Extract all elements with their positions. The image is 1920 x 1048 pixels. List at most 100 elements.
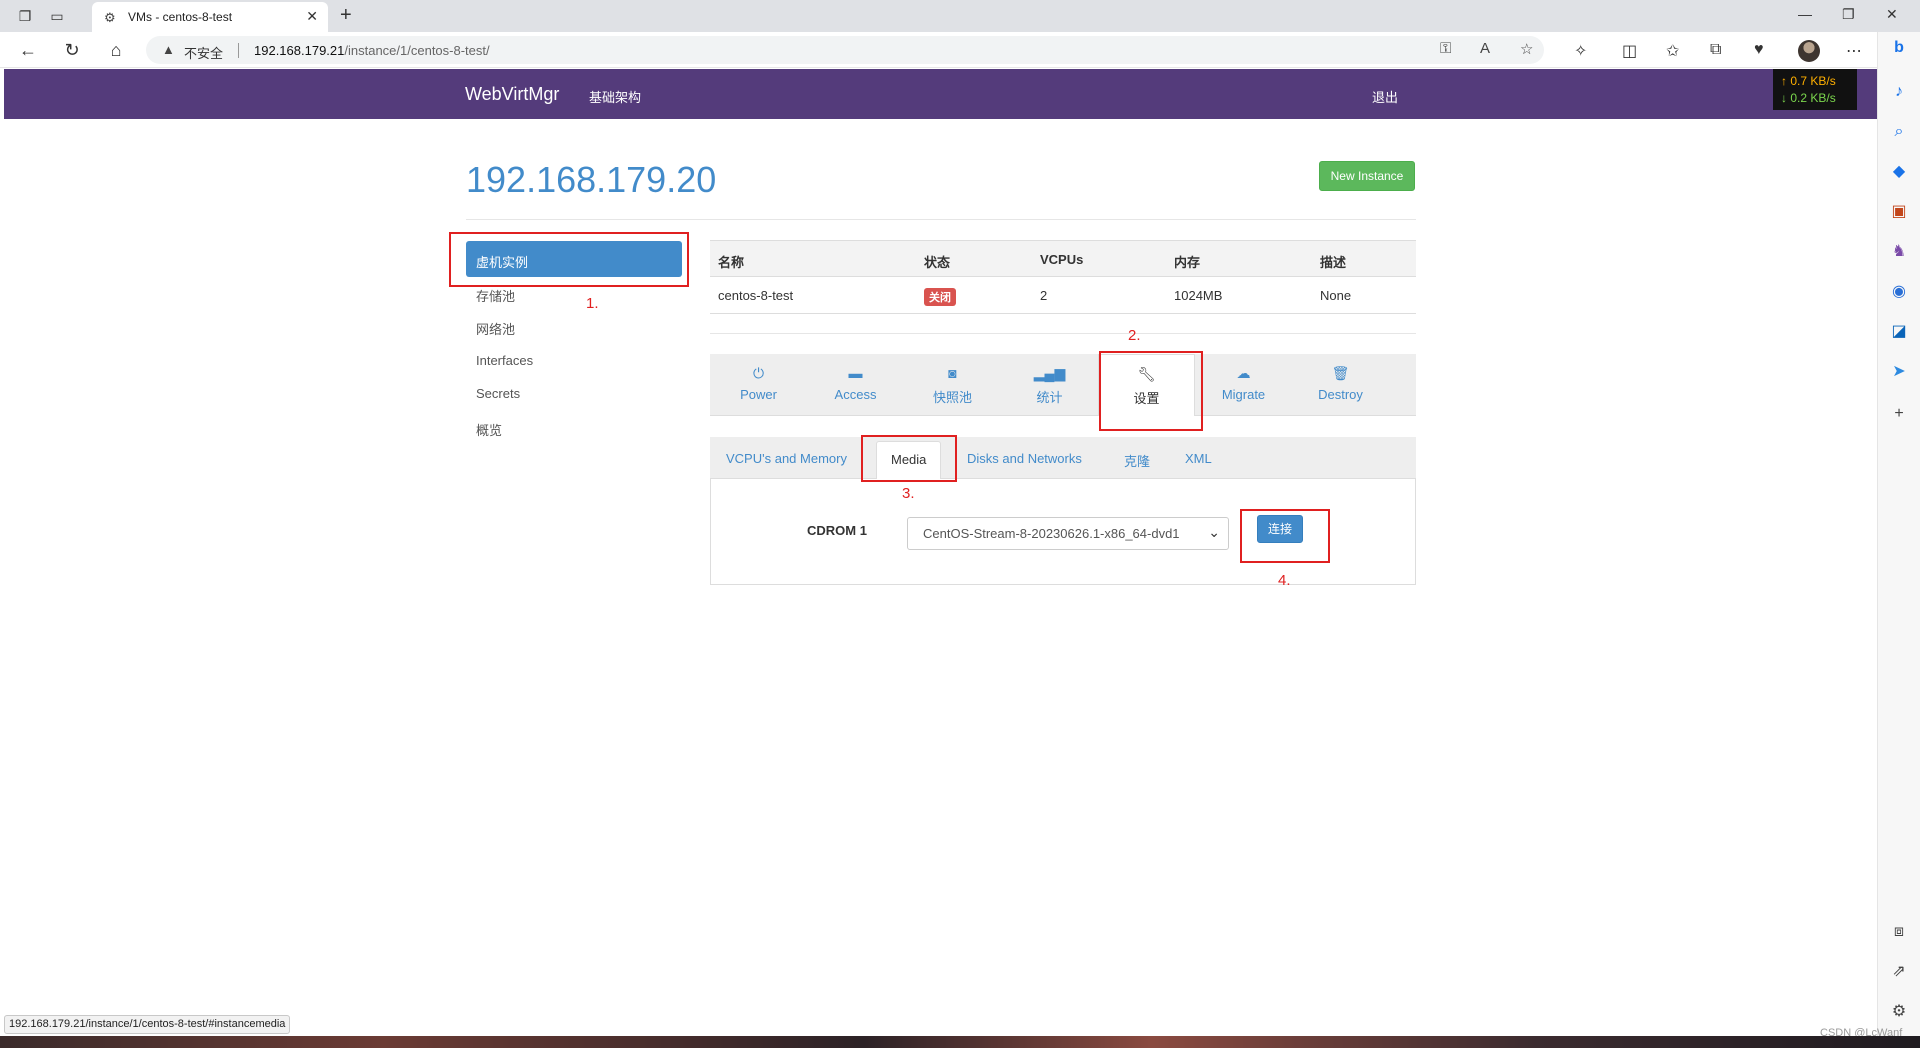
window-close-icon[interactable]: ✕ xyxy=(1886,6,1898,23)
logout-link[interactable]: 退出 xyxy=(1372,87,1398,106)
cloud-upload-icon: ☁ xyxy=(1236,365,1251,381)
annotation-box-2 xyxy=(1099,351,1203,431)
minimize-icon[interactable]: — xyxy=(1798,6,1812,22)
bing-icon[interactable]: b xyxy=(1889,38,1909,58)
instance-vcpus: 2 xyxy=(1040,288,1048,303)
subtab-xml[interactable]: XML xyxy=(1185,451,1212,466)
tab-close-icon[interactable]: ✕ xyxy=(306,8,318,25)
instance-name[interactable]: centos-8-test xyxy=(718,288,793,303)
url-field[interactable]: ▲ 不安全 192.168.179.21/instance/1/centos-8… xyxy=(146,36,1544,64)
tag-icon[interactable]: ◆ xyxy=(1889,162,1909,182)
tab-actions-icon[interactable]: ▭ xyxy=(46,5,68,27)
iso-selected-value: CentOS-Stream-8-20230626.1-x86_64-dvd1 xyxy=(923,526,1180,541)
tab-power-label: Power xyxy=(740,387,777,402)
performance-icon[interactable]: ♥ xyxy=(1754,41,1764,59)
annotation-box-1 xyxy=(449,232,689,287)
open-external-icon[interactable]: ⇗ xyxy=(1889,962,1909,982)
upload-speed: ↑ 0.7 KB/s xyxy=(1781,74,1836,88)
col-name: 名称 xyxy=(718,255,745,270)
tab-snapshots[interactable]: ◙ 快照池 xyxy=(904,354,1001,416)
tab-stats[interactable]: ▂▄▆ 统计 xyxy=(1001,354,1098,416)
browser-tab[interactable]: ⚙ VMs - centos-8-test ✕ xyxy=(92,2,328,32)
annotation-label-4: 4. xyxy=(1278,572,1291,589)
page-title: 192.168.179.20 xyxy=(466,159,717,200)
link-status-bar: 192.168.179.21/instance/1/centos-8-test/… xyxy=(4,1015,291,1034)
instance-memory: 1024MB xyxy=(1174,288,1223,303)
back-icon[interactable]: ← xyxy=(16,39,40,61)
restore-icon[interactable]: ❐ xyxy=(1842,6,1855,23)
extensions-icon[interactable]: ✧ xyxy=(1574,41,1587,61)
camera-icon: ◙ xyxy=(948,365,957,381)
refresh-icon[interactable]: ↻ xyxy=(60,39,84,61)
briefcase-icon: ▬ xyxy=(848,365,863,381)
toolbox-icon[interactable]: ▣ xyxy=(1889,202,1909,222)
url-text: 192.168.179.21/instance/1/centos-8-test/ xyxy=(254,43,490,58)
url-path: /instance/1/centos-8-test/ xyxy=(344,43,490,58)
annotation-box-3 xyxy=(861,435,957,482)
sidebar-item-overview[interactable]: 概览 xyxy=(466,409,682,445)
security-label: 不安全 xyxy=(184,46,224,61)
collections-icon[interactable]: ⧉ xyxy=(1710,41,1721,59)
browser-tab-bar: ❐ ▭ ⚙ VMs - centos-8-test ✕ + — ❐ ✕ xyxy=(0,0,1920,32)
warning-icon: ▲ xyxy=(162,42,175,57)
brand-link[interactable]: WebVirtMgr xyxy=(465,84,559,105)
bell-icon[interactable]: ♪ xyxy=(1889,82,1909,102)
edge-sidebar: b ♪ ⌕ ◆ ▣ ♞ ◉ ◪ ➤ + ⧈ ⇗ ⚙ xyxy=(1877,32,1920,1036)
settings-gear-icon[interactable]: ⚙ xyxy=(1889,1002,1909,1022)
trash-icon: 🗑︎ xyxy=(1331,365,1350,381)
subtab-disks-networks[interactable]: Disks and Networks xyxy=(967,451,1082,466)
table-divider xyxy=(710,333,1416,334)
tab-favicon-icon: ⚙ xyxy=(104,10,116,25)
col-status: 状态 xyxy=(924,255,951,270)
workspaces-icon[interactable]: ❐ xyxy=(14,5,36,27)
iso-select[interactable]: CentOS-Stream-8-20230626.1-x86_64-dvd1 ⌄ xyxy=(907,517,1229,550)
tab-access[interactable]: ▬ Access xyxy=(807,354,904,416)
key-icon[interactable]: ⚿ xyxy=(1440,40,1451,57)
tab-migrate-label: Migrate xyxy=(1221,387,1266,402)
network-speed-widget: ↑ 0.7 KB/s ↓ 0.2 KB/s xyxy=(1773,69,1857,110)
page-viewport: WebVirtMgr 基础架构 退出 192.168.179.20 New In… xyxy=(4,69,1877,1036)
favorites-icon[interactable]: ✩ xyxy=(1666,41,1679,61)
cdrom-label: CDROM 1 xyxy=(807,523,867,538)
add-sidebar-icon[interactable]: + xyxy=(1889,404,1909,424)
split-screen-icon[interactable]: ◫ xyxy=(1622,41,1637,61)
tab-power[interactable]: ⏻ Power xyxy=(710,354,807,416)
top-navbar: WebVirtMgr 基础架构 退出 xyxy=(4,69,1877,119)
screenshot-icon[interactable]: ⧈ xyxy=(1889,922,1909,942)
settings-subtabs: VCPU's and Memory Media Disks and Networ… xyxy=(710,437,1416,479)
title-divider xyxy=(466,219,1416,220)
omnibox-separator xyxy=(238,43,239,58)
subtab-clone[interactable]: 克隆 xyxy=(1124,451,1150,470)
profile-avatar[interactable] xyxy=(1798,40,1820,62)
new-tab-icon[interactable]: + xyxy=(340,4,352,27)
tab-destroy[interactable]: 🗑︎ Destroy xyxy=(1292,354,1389,416)
instance-table: 名称 状态 VCPUs 内存 描述 centos-8-test 关闭 2 102… xyxy=(710,240,1416,314)
read-aloud-icon[interactable]: A xyxy=(1480,40,1490,57)
outlook-icon[interactable]: ◪ xyxy=(1889,322,1909,342)
nav-infrastructure-link[interactable]: 基础架构 xyxy=(589,87,641,106)
desktop-taskbar-strip xyxy=(0,1036,1920,1048)
col-vcpus: VCPUs xyxy=(1040,252,1084,267)
table-header: 名称 状态 VCPUs 内存 描述 xyxy=(710,240,1416,277)
send-icon[interactable]: ➤ xyxy=(1889,362,1909,382)
tab-migrate[interactable]: ☁ Migrate xyxy=(1195,354,1292,416)
more-menu-icon[interactable]: ⋯ xyxy=(1846,41,1862,61)
url-host: 192.168.179.21 xyxy=(254,43,345,58)
status-badge: 关闭 xyxy=(924,288,956,306)
tab-destroy-label: Destroy xyxy=(1318,387,1363,402)
annotation-box-4 xyxy=(1240,509,1330,563)
new-instance-button[interactable]: New Instance xyxy=(1319,161,1415,191)
office-icon[interactable]: ◉ xyxy=(1889,282,1909,302)
favorite-star-icon[interactable]: ☆ xyxy=(1520,40,1533,58)
sidebar-item-secrets[interactable]: Secrets xyxy=(466,375,682,411)
annotation-label-2: 2. xyxy=(1128,327,1141,344)
sidebar-item-interfaces[interactable]: Interfaces xyxy=(466,342,682,378)
instance-description: None xyxy=(1320,288,1352,303)
sidebar-item-network[interactable]: 网络池 xyxy=(466,308,682,344)
annotation-label-1: 1. xyxy=(586,295,599,312)
subtab-vcpu-memory[interactable]: VCPU's and Memory xyxy=(726,451,847,466)
search-icon[interactable]: ⌕ xyxy=(1889,122,1909,142)
games-icon[interactable]: ♞ xyxy=(1889,242,1909,262)
home-icon[interactable]: ⌂ xyxy=(104,39,128,61)
tab-snapshots-label: 快照池 xyxy=(932,390,972,405)
